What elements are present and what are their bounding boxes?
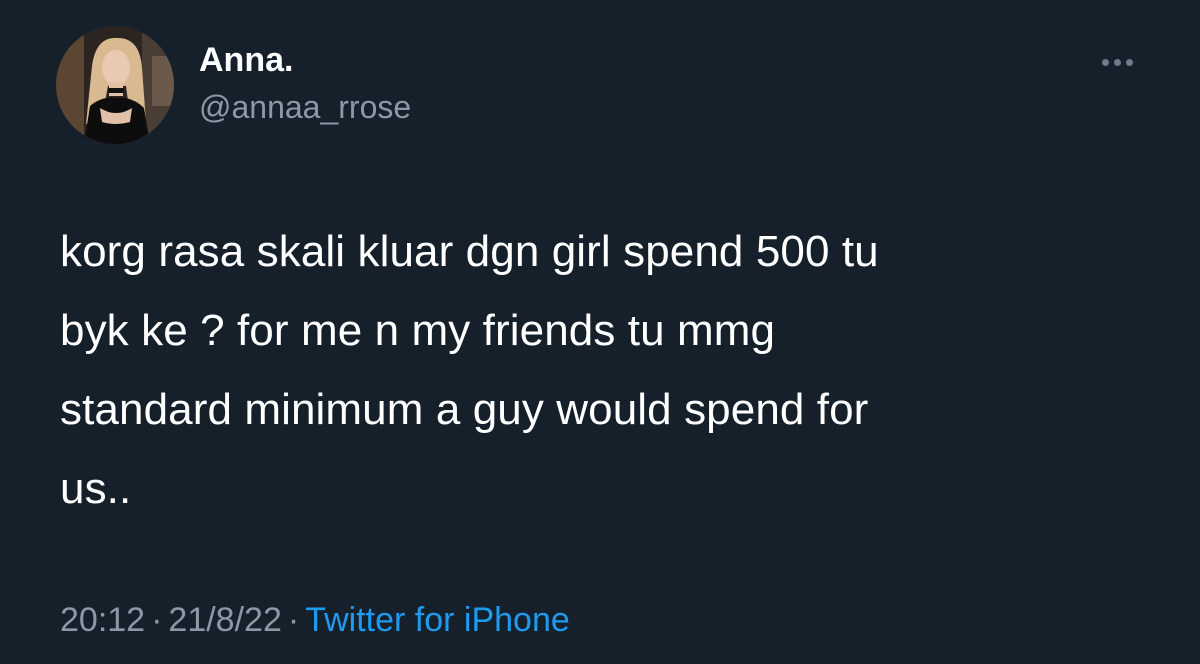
tweet-metadata: 20:12 · 21/8/22 · Twitter for iPhone (60, 600, 570, 641)
tweet-text-line: us.. (60, 464, 132, 513)
tweet-text-line: korg rasa skali kluar dgn girl spend 500… (60, 227, 879, 276)
separator: · (151, 601, 163, 639)
tweet-time[interactable]: 20:12 (60, 601, 145, 639)
more-horizontal-icon-dot (1125, 58, 1133, 66)
tweet-source-link[interactable]: Twitter for iPhone (305, 601, 570, 639)
tweet-text-line: byk ke ? for me n my friends tu mmg (60, 306, 776, 355)
tweet-date[interactable]: 21/8/22 (168, 601, 281, 639)
tweet-card: Anna. @annaa_rrose korg rasa skali kluar… (0, 0, 1200, 664)
avatar[interactable] (56, 26, 174, 144)
profile-photo-icon (56, 26, 174, 144)
separator: · (287, 601, 300, 639)
display-name[interactable]: Anna. (199, 40, 293, 81)
more-options-button[interactable] (1092, 48, 1142, 76)
more-horizontal-icon (1101, 58, 1109, 66)
tweet-text: korg rasa skali kluar dgn girl spend 500… (60, 212, 1160, 528)
user-handle[interactable]: @annaa_rrose (199, 88, 411, 126)
more-horizontal-icon-dot (1113, 58, 1121, 66)
tweet-text-line: standard minimum a guy would spend for (60, 385, 869, 434)
